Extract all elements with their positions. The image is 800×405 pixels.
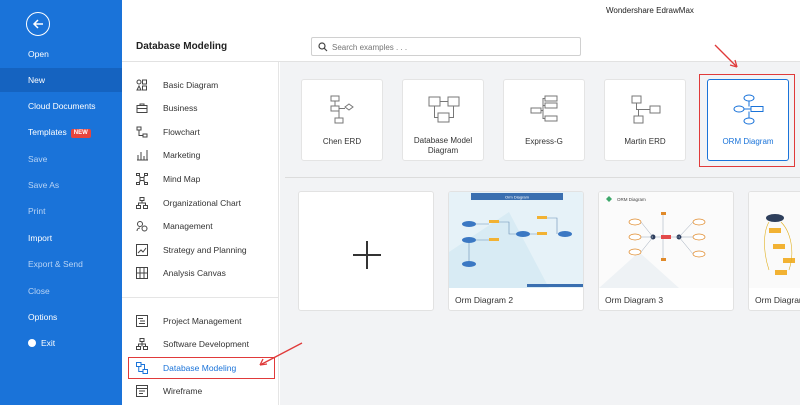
category-software-development[interactable]: Software Development — [122, 333, 278, 355]
section-divider — [285, 177, 800, 178]
express-g-thumbnail-icon — [530, 95, 558, 122]
database-model-icon — [136, 362, 148, 374]
briefcase-icon — [136, 103, 148, 113]
wireframe-icon — [136, 385, 148, 397]
example-label: Orm Diagram — [755, 295, 800, 305]
rail-item-options[interactable]: Options — [0, 305, 122, 329]
category-analysis-canvas[interactable]: Analysis Canvas — [122, 262, 278, 284]
basic-diagram-icon — [136, 79, 147, 91]
rail-item-new[interactable]: New — [0, 68, 122, 92]
flowchart-icon — [136, 126, 148, 138]
search-box[interactable] — [311, 37, 581, 56]
example-thumbnail: ORM Diagram — [599, 192, 733, 288]
example-label: Orm Diagram 3 — [605, 295, 664, 305]
example-thumbnail — [749, 192, 800, 288]
app-title: Wondershare EdrawMax — [606, 6, 694, 15]
template-label: Database Model Diagram — [413, 136, 473, 155]
back-arrow-icon[interactable] — [26, 12, 50, 36]
rail-item-cloud-documents[interactable]: Cloud Documents — [0, 94, 122, 118]
example-card-orm-diagram[interactable]: Orm Diagram — [748, 191, 800, 311]
chen-erd-thumbnail-icon — [330, 95, 354, 124]
org-chart-icon — [136, 197, 148, 209]
database-model-thumbnail-icon — [428, 96, 460, 123]
rail-item-templates[interactable]: Templates NEW — [0, 120, 122, 144]
category-separator — [122, 297, 278, 298]
gantt-icon — [136, 315, 148, 327]
category-organizational-chart[interactable]: Organizational Chart — [122, 192, 278, 214]
orm-template-highlight-box — [699, 74, 795, 167]
example-card-orm-diagram-3[interactable]: ORM Diagram Orm Diagram 3 — [598, 191, 734, 311]
mind-map-icon — [136, 173, 148, 185]
exit-icon — [28, 339, 36, 347]
rail-item-exit[interactable]: Exit — [0, 331, 122, 355]
bar-chart-icon — [137, 150, 148, 161]
template-martin-erd[interactable]: Martin ERD — [604, 79, 686, 161]
rail-item-close[interactable]: Close — [0, 279, 122, 303]
left-rail: Open New Cloud Documents Templates NEW Sa… — [0, 0, 122, 405]
thumbnail-header-text: Orm Diagram — [505, 195, 530, 200]
category-wireframe[interactable]: Wireframe — [122, 380, 278, 402]
rail-item-save[interactable]: Save — [0, 147, 122, 171]
category-flowchart[interactable]: Flowchart — [122, 121, 278, 143]
template-express-g[interactable]: Express-G — [503, 79, 585, 161]
template-label: Chen ERD — [322, 137, 362, 146]
category-marketing[interactable]: Marketing — [122, 144, 278, 166]
rail-item-import[interactable]: Import — [0, 226, 122, 250]
rail-item-print[interactable]: Print — [0, 199, 122, 223]
strategy-chart-icon — [136, 244, 148, 256]
blank-template-card[interactable] — [298, 191, 434, 311]
template-label: Express-G — [525, 137, 563, 146]
category-project-management[interactable]: Project Management — [122, 310, 278, 332]
category-database-modeling[interactable]: Database Modeling — [122, 357, 278, 379]
annotation-arrow-icon — [714, 44, 738, 68]
rail-item-open[interactable]: Open — [0, 42, 122, 66]
search-input[interactable] — [332, 40, 572, 54]
category-mind-map[interactable]: Mind Map — [122, 168, 278, 190]
software-tree-icon — [136, 338, 148, 350]
rail-item-save-as[interactable]: Save As — [0, 173, 122, 197]
annotation-arrow-icon — [259, 342, 303, 366]
martin-erd-thumbnail-icon — [631, 95, 661, 124]
example-card-orm-diagram-2[interactable]: Orm Diagram Orm Diagram 2 — [448, 191, 584, 311]
thumbnail-header-text: ORM Diagram — [617, 197, 646, 202]
rail-item-export-send[interactable]: Export & Send — [0, 252, 122, 276]
search-icon — [318, 42, 328, 52]
template-chen-erd[interactable]: Chen ERD — [301, 79, 383, 161]
canvas-grid-icon — [136, 267, 148, 279]
gear-person-icon — [136, 221, 148, 232]
category-basic-diagram[interactable]: Basic Diagram — [122, 74, 278, 96]
template-database-model-diagram[interactable]: Database Model Diagram — [402, 79, 484, 161]
category-business[interactable]: Business — [122, 97, 278, 119]
selection-highlight-box — [128, 357, 275, 379]
template-label: Martin ERD — [624, 137, 666, 146]
category-strategy-planning[interactable]: Strategy and Planning — [122, 239, 278, 261]
example-label: Orm Diagram 2 — [455, 295, 514, 305]
example-thumbnail: Orm Diagram — [449, 192, 583, 288]
category-management[interactable]: Management — [122, 215, 278, 237]
page-title: Database Modeling — [136, 41, 228, 52]
new-badge: NEW — [70, 129, 91, 138]
